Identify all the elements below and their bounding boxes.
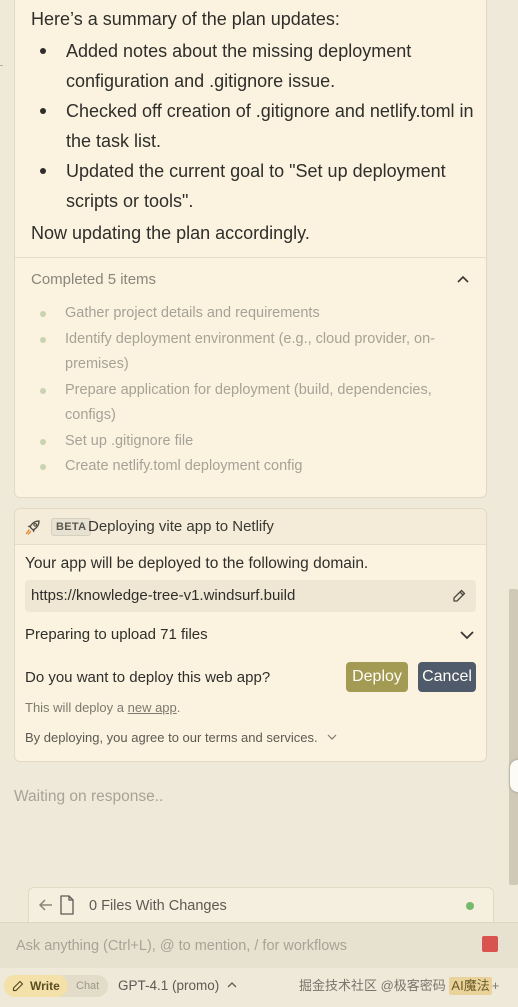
- summary-list: Added notes about the missing deployment…: [31, 36, 479, 216]
- deploy-card-header: BETA Deploying vite app to Netlify: [15, 509, 486, 545]
- divider: [15, 257, 486, 258]
- watermark-text: 掘金技术社区 @极客密码: [299, 978, 450, 993]
- chevron-up-icon: [227, 982, 237, 988]
- chat-input-bar: [0, 922, 518, 968]
- files-changes-label: 0 Files With Changes: [89, 898, 227, 914]
- pencil-icon: [12, 980, 24, 992]
- bottom-toolbar: Write Chat GPT-4.1 (promo) 掘金技术社区 @极客密码 …: [0, 968, 518, 1007]
- chevron-down-icon[interactable]: [458, 627, 476, 643]
- left-edge-mark: [0, 65, 3, 66]
- back-arrow-icon[interactable]: [38, 897, 54, 913]
- upload-status-toggle[interactable]: Preparing to upload 71 files: [25, 625, 476, 645]
- summary-bullet: Added notes about the missing deployment…: [31, 36, 479, 96]
- completed-items-toggle[interactable]: Completed 5 items: [31, 270, 471, 290]
- cancel-button[interactable]: Cancel: [418, 662, 476, 692]
- beta-badge: BETA: [51, 518, 92, 536]
- deploy-card-title: Deploying vite app to Netlify: [88, 518, 274, 535]
- mode-chat-button[interactable]: Chat: [76, 978, 99, 994]
- edit-icon[interactable]: [451, 588, 467, 604]
- completed-items-list: Gather project details and requirements …: [35, 301, 455, 480]
- deploy-note-suffix: .: [176, 700, 181, 715]
- file-icon: [60, 895, 74, 915]
- stop-button[interactable]: [482, 936, 498, 952]
- completed-items-title: Completed 5 items: [31, 271, 157, 288]
- completed-item: Create netlify.toml deployment config: [35, 454, 455, 480]
- waiting-status: Waiting on response..: [14, 788, 164, 805]
- chevron-down-icon: [327, 734, 337, 740]
- rocket-icon: [25, 520, 40, 535]
- domain-field: https://knowledge-tree-v1.windsurf.build: [25, 580, 476, 612]
- deploy-description: Your app will be deployed to the followi…: [25, 555, 369, 572]
- summary-intro: Here’s a summary of the plan updates:: [31, 9, 340, 29]
- watermark: 掘金技术社区 @极客密码 AI魔法 +: [299, 977, 499, 995]
- deploy-note-text: This will deploy a: [25, 700, 128, 715]
- chat-input[interactable]: [16, 936, 456, 956]
- chevron-up-icon[interactable]: [455, 272, 471, 288]
- model-name: GPT-4.1 (promo): [118, 978, 220, 993]
- deploy-note: This will deploy a new app.: [25, 699, 180, 717]
- plus-icon: +: [491, 978, 500, 993]
- mode-write-label: Write: [30, 979, 60, 993]
- completed-item: Identify deployment environment (e.g., c…: [35, 327, 455, 378]
- new-app-link[interactable]: new app: [128, 700, 177, 715]
- files-changes-panel[interactable]: 0 Files With Changes: [28, 887, 494, 927]
- summary-outro: Now updating the plan accordingly.: [31, 223, 310, 243]
- deploy-button[interactable]: Deploy: [346, 662, 408, 692]
- mode-toggle[interactable]: Write Chat: [4, 975, 108, 997]
- deploy-card: BETA Deploying vite app to Netlify Your …: [14, 508, 487, 762]
- model-selector[interactable]: GPT-4.1 (promo): [118, 977, 238, 995]
- assistant-summary-card: Here’s a summary of the plan updates: Ad…: [14, 0, 487, 498]
- terms-text: By deploying, you agree to our terms and…: [25, 730, 318, 745]
- completed-item: Set up .gitignore file: [35, 429, 455, 455]
- summary-bullet: Checked off creation of .gitignore and n…: [31, 96, 479, 156]
- domain-url: https://knowledge-tree-v1.windsurf.build: [31, 587, 296, 604]
- terms-toggle[interactable]: By deploying, you agree to our terms and…: [25, 729, 338, 747]
- completed-item: Gather project details and requirements: [35, 301, 455, 327]
- scrollbar-thumb[interactable]: [509, 589, 518, 885]
- upload-status: Preparing to upload 71 files: [25, 626, 208, 643]
- status-indicator: [466, 902, 474, 910]
- scroll-handle[interactable]: [510, 760, 518, 792]
- completed-item: Prepare application for deployment (buil…: [35, 378, 455, 429]
- summary-bullet: Updated the current goal to "Set up depl…: [31, 156, 479, 216]
- deploy-question: Do you want to deploy this web app?: [25, 669, 271, 686]
- mode-write-button[interactable]: Write: [4, 975, 68, 997]
- watermark-badge: AI魔法: [449, 977, 492, 995]
